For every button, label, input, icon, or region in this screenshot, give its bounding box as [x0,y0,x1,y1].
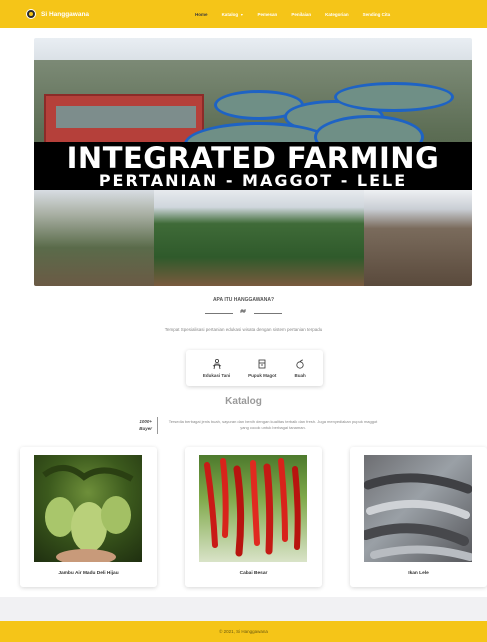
feature-label: Buah [294,373,306,378]
feature-pupuk-magot[interactable]: Pupuk Magot [248,358,276,378]
hero-field-photos [34,190,472,286]
footer-spacer [0,597,487,621]
navbar: Si Hanggawana Home Katalog ▼ Pemesan Peni… [0,0,487,28]
stat-divider [157,417,158,434]
hero-photo-vegetables [154,190,364,286]
footer: © 2021, Si Hanggawana [0,621,487,642]
hero-banner: INTEGRATED FARMING PERTANIAN - MAGGOT - … [34,142,472,190]
features-card: Edukasi Tani Pupuk Magot Buah [186,350,323,386]
product-image-cabai [199,455,307,562]
buyer-stat: 1000+ Buyer [124,418,152,432]
jambu-fruit-illustration [42,465,134,562]
nav-link-pemesan[interactable]: Pemesan [258,12,278,17]
product-image-lele [364,455,472,562]
katalog-description: Tersedia berbagai jenis buah, sayuran da… [168,419,378,430]
feature-edukasi-tani[interactable]: Edukasi Tani [203,358,230,378]
nav-link-home[interactable]: Home [195,12,208,17]
hero-banner-image: INTEGRATED FARMING PERTANIAN - MAGGOT - … [34,38,472,286]
catfish-illustration [364,473,472,561]
intro-heading: APA ITU HANGGAWANA? [212,297,275,303]
hero-photo-seedlings [364,190,472,286]
product-card[interactable]: Ikan Lele [350,447,487,587]
product-name: Cabai Besar [239,571,268,576]
feature-buah[interactable]: Buah [294,358,306,378]
product-card[interactable]: Cabai Besar [185,447,322,587]
hero-subtitle: PERTANIAN - MAGGOT - LELE [98,171,408,190]
nav-link-katalog[interactable]: Katalog ▼ [222,12,244,17]
farmer-icon [212,358,221,370]
hero-title: INTEGRATED FARMING [66,141,440,175]
intro-description: Tempat Spesialisasi pertanian edukasi wi… [164,327,323,332]
chili-illustration [204,458,301,557]
pond-tank [334,82,454,112]
footer-copyright: © 2021, Si Hanggawana [219,629,268,634]
divider-line [254,313,282,314]
intro-divider-icon: ## [240,309,246,315]
product-name: Jambu Air Madu Deli Hijau [58,571,119,576]
feature-label: Edukasi Tani [202,373,231,378]
brand-name: Si Hanggawana [41,10,90,18]
nav-link-penilaian[interactable]: Penilaian [291,12,311,17]
fruit-icon [296,359,304,369]
katalog-title: Katalog [225,396,262,407]
brand[interactable]: Si Hanggawana [26,9,89,19]
feature-label: Pupuk Magot [248,373,277,378]
nav-links: Home Katalog ▼ Pemesan Penilaian Kategori… [195,12,390,17]
logo-icon [26,9,36,19]
stat-value: 1000+ [139,419,152,424]
stat-label: Buyer [139,426,152,431]
fertilizer-bag-icon [258,359,266,369]
nav-link-sending-cita[interactable]: Sending Cita [363,12,391,17]
hero-photo-greenhouse [34,190,154,286]
product-card[interactable]: Jambu Air Madu Deli Hijau [20,447,157,587]
divider-line [205,313,233,314]
nav-link-kategorian[interactable]: Kategorian [325,12,349,17]
chevron-down-icon: ▼ [240,12,244,17]
product-name: Ikan Lele [408,571,429,576]
product-image-jambu [34,455,142,562]
